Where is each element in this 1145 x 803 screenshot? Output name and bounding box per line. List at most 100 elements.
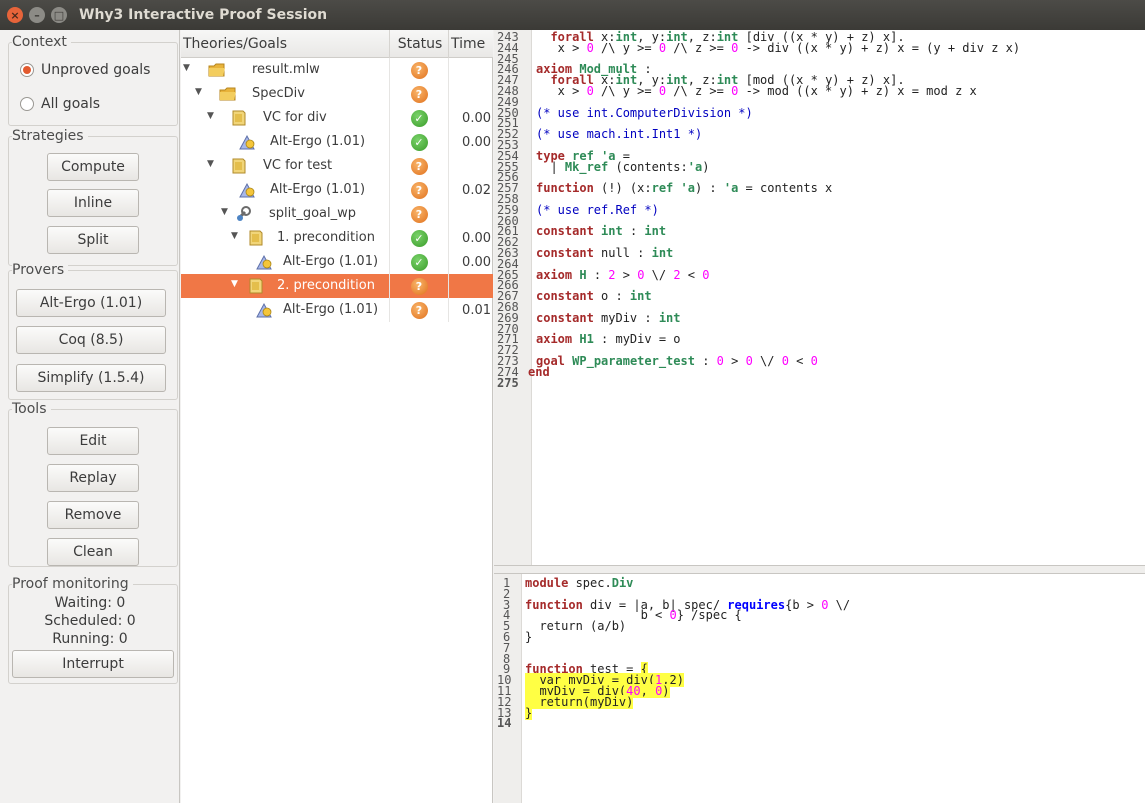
tree-cell-time (449, 58, 493, 82)
clean-button[interactable]: Clean (47, 538, 139, 566)
unknown-question-icon: ? (410, 181, 428, 199)
radio-all-label: All goals (41, 96, 101, 112)
tree-row-label: VC for test (263, 158, 333, 173)
tree-cell-time: 0.00 (462, 110, 491, 126)
tree-row[interactable]: ▼ VC for div ✓ 0.00 (181, 106, 493, 130)
tree-cell-status: ✓ (390, 226, 449, 250)
tree-cell-time: 0.00 (462, 230, 491, 246)
source-code-line: return(myDiv) (525, 694, 634, 709)
tree-cell-goal: Alt-Ergo (1.01) (181, 250, 390, 274)
tree-cell-status: ? (390, 178, 449, 202)
tree-cell-time: 0.01 (462, 302, 491, 318)
unknown-question-icon: ? (410, 205, 428, 223)
tree-row[interactable]: ▼ SpecDiv? (181, 82, 493, 106)
task-code-line: (* use ref.Ref *) (536, 202, 659, 217)
prover-coq-button[interactable]: Coq (8.5) (16, 326, 166, 354)
close-icon: × (10, 8, 20, 22)
task-code-line: function (!) (x:ref 'a) : 'a = contents … (536, 181, 833, 196)
task-code-line: goal WP_parameter_test : 0 > 0 \/ 0 < 0 (536, 354, 818, 368)
pane-splitter[interactable] (494, 566, 1145, 574)
tree-row[interactable]: ▼ result.mlw? (181, 58, 493, 82)
column-header-goals[interactable]: Theories/Goals (181, 30, 390, 58)
tree-cell-goal: ▼ SpecDiv (181, 82, 390, 106)
line-number: 275 (497, 375, 519, 390)
expander-arrow-icon[interactable]: ▼ (207, 111, 214, 121)
column-header-status[interactable]: Status (390, 30, 449, 58)
provers-label: Provers (12, 262, 69, 278)
tree-cell-status: ✓ (390, 250, 449, 274)
tree-row[interactable]: ▼ VC for test? (181, 154, 493, 178)
tree-cell-time (449, 274, 493, 298)
radio-all-goals[interactable]: All goals (20, 96, 100, 112)
goals-tree[interactable]: Theories/Goals Status Time ▼ result.mlw? ▼… (181, 30, 493, 803)
inline-button[interactable]: Inline (47, 189, 139, 217)
tree-cell-goal: ▼ 2. precondition (181, 274, 390, 298)
task-view[interactable]: 243 forall x:int, y:int, z:int [div ((x … (494, 30, 1145, 566)
compute-button[interactable]: Compute (47, 153, 139, 181)
task-code-line: constant int : int (536, 224, 667, 239)
tree-row[interactable]: ▼ 2. precondition? (181, 274, 493, 298)
tree-row[interactable]: Alt-Ergo (1.01) ✓ 0.00 (181, 130, 493, 154)
expander-arrow-icon[interactable]: ▼ (183, 63, 190, 73)
tree-row-label: VC for div (263, 110, 327, 125)
tree-cell-status: ✓ (390, 130, 449, 154)
tree-row-label: split_goal_wp (269, 206, 357, 221)
task-code-line: x > 0 /\ y >= 0 /\ z >= 0 -> mod ((x * y… (536, 84, 977, 98)
task-code-line: | Mk_ref (contents:'a) (536, 159, 710, 174)
tree-cell-goal: ▼ 1. precondition (181, 226, 390, 250)
remove-button[interactable]: Remove (47, 501, 139, 529)
tree-cell-status: ✓ (390, 106, 449, 130)
proved-check-icon: ✓ (410, 229, 428, 247)
goal-icon (247, 277, 265, 295)
tree-row-label: SpecDiv (252, 86, 305, 101)
expander-arrow-icon[interactable]: ▼ (195, 87, 202, 97)
proved-check-icon: ✓ (410, 109, 428, 127)
tree-row[interactable]: Alt-Ergo (1.01) ✓ 0.00 (181, 250, 493, 274)
column-header-time[interactable]: Time (449, 30, 493, 58)
left-panel: Context Unproved goals All goals Strateg… (0, 30, 180, 803)
radio-unchecked-icon (20, 97, 34, 111)
tree-cell-time: 0.00 (462, 254, 491, 270)
task-code-line: constant null : int (536, 246, 674, 260)
tree-cell-goal: ▼ VC for div (181, 106, 390, 130)
context-label: Context (12, 34, 71, 50)
task-code-line: constant myDiv : int (536, 310, 681, 325)
tools-label: Tools (12, 401, 51, 417)
minimize-window-button[interactable]: – (29, 7, 45, 23)
maximize-window-button[interactable]: □ (51, 7, 67, 23)
unknown-question-icon: ? (410, 85, 428, 103)
tree-row-label: 1. precondition (277, 230, 375, 245)
tree-row[interactable]: ▼ 1. precondition ✓ 0.00 (181, 226, 493, 250)
radio-unproved-goals[interactable]: Unproved goals (20, 62, 150, 78)
waiting-count: Waiting: 0 (54, 595, 126, 611)
expander-arrow-icon[interactable]: ▼ (207, 159, 214, 169)
expander-arrow-icon[interactable]: ▼ (221, 207, 228, 217)
tree-row[interactable]: ▼ split_goal_wp? (181, 202, 493, 226)
source-view[interactable]: 1 module spec.Div 2 3 function div = |a, b| … (494, 574, 1145, 803)
prover-icon (238, 133, 256, 151)
tree-cell-time (449, 154, 493, 178)
prover-icon (238, 181, 256, 199)
proved-check-icon: ✓ (410, 253, 428, 271)
radio-checked-icon (20, 63, 34, 77)
tree-cell-status: ? (390, 154, 449, 178)
replay-button[interactable]: Replay (47, 464, 139, 492)
tree-cell-time: 0.02 (462, 182, 491, 198)
window-title: Why3 Interactive Proof Session (79, 7, 328, 23)
edit-button[interactable]: Edit (47, 427, 139, 455)
transformation-icon (234, 205, 252, 223)
tree-cell-goal: Alt-Ergo (1.01) (181, 130, 390, 154)
close-window-button[interactable]: × (7, 7, 23, 23)
tree-row-label: Alt-Ergo (1.01) (283, 254, 379, 269)
prover-altergo-button[interactable]: Alt-Ergo (1.01) (16, 289, 166, 317)
task-code-line: axiom H1 : myDiv = o (536, 332, 681, 347)
tree-row[interactable]: Alt-Ergo (1.01)? 0.01 (181, 298, 493, 322)
expander-arrow-icon[interactable]: ▼ (231, 231, 238, 241)
interrupt-button[interactable]: Interrupt (12, 650, 174, 678)
prover-simplify-button[interactable]: Simplify (1.5.4) (16, 364, 166, 392)
tree-row[interactable]: Alt-Ergo (1.01)? 0.02 (181, 178, 493, 202)
expander-arrow-icon[interactable]: ▼ (231, 279, 238, 289)
tree-row-label: result.mlw (252, 62, 320, 77)
minimize-icon: – (34, 8, 40, 22)
split-button[interactable]: Split (47, 226, 139, 254)
